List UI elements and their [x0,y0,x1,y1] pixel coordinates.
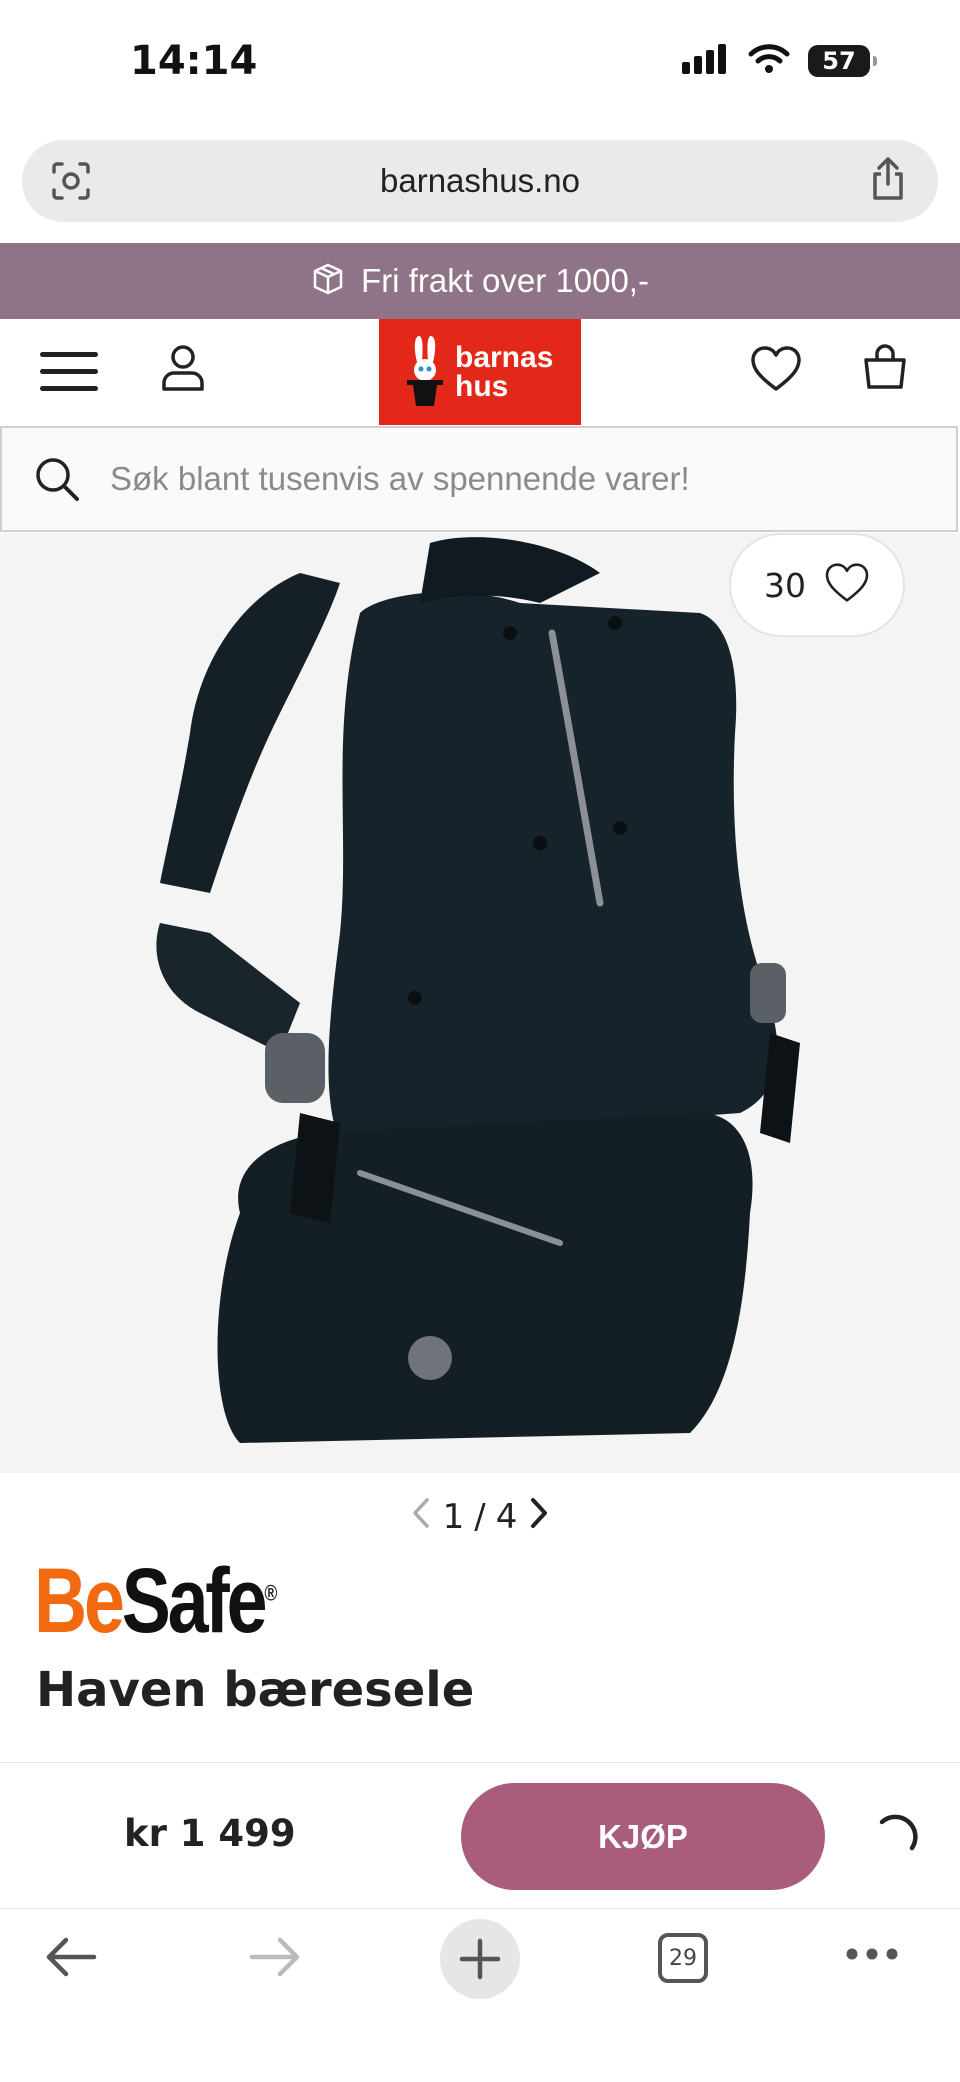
product-price: kr 1 499 [124,1812,296,1855]
search-bar[interactable] [0,426,958,532]
wishlist-icon[interactable] [750,346,802,396]
product-image[interactable] [0,533,960,1473]
search-icon[interactable] [34,456,80,502]
favorite-badge[interactable]: 30 [729,533,905,637]
more-options-icon[interactable] [846,1948,898,1960]
status-time: 14:14 [130,38,258,84]
url-bar[interactable]: barnashus.no [22,140,938,222]
account-icon[interactable] [160,343,206,397]
url-text[interactable]: barnashus.no [380,162,580,200]
favorite-count: 30 [764,565,806,605]
tabs-count: 29 [658,1933,708,1983]
loading-spinner-icon [872,1812,922,1866]
package-icon [311,262,345,300]
cellular-signal-icon [682,44,730,78]
lens-scan-icon[interactable] [48,158,94,208]
wifi-icon [748,44,790,78]
registered-mark: ® [264,1580,278,1606]
logo-text: barnas hus [455,341,554,403]
battery-indicator: 57 [808,45,877,77]
promo-text: Fri frakt over 1000,- [361,262,649,299]
new-tab-button[interactable] [440,1919,520,1999]
pager-total: 4 [495,1497,518,1537]
image-pager: 1 / 4 [390,1492,570,1542]
product-title: Haven bæresele [36,1662,475,1718]
buy-button[interactable]: KJØP [461,1783,825,1890]
rabbit-hat-logo-icon [403,332,447,412]
site-logo[interactable]: barnas hus [379,319,581,425]
chevron-right-icon[interactable] [527,1496,551,1539]
menu-icon[interactable] [40,350,98,398]
baby-carrier-image [156,537,800,1443]
forward-arrow-icon[interactable] [248,1935,302,1979]
brand-part-2: Safe [121,1550,268,1652]
chevron-left-icon[interactable] [409,1496,433,1539]
brand-part-1: Be [34,1550,125,1652]
pager-current: 1 [442,1497,465,1537]
plus-icon [459,1938,501,1980]
back-arrow-icon[interactable] [44,1935,98,1979]
share-icon[interactable] [868,156,908,206]
tabs-button[interactable]: 29 [658,1933,708,1983]
brand-logo[interactable]: BeSafe® [34,1555,277,1647]
status-icons: 57 [682,44,877,78]
search-input[interactable] [108,459,912,499]
promo-banner: Fri frakt over 1000,- [0,243,960,319]
cart-icon[interactable] [862,344,908,394]
heart-icon[interactable] [824,563,870,607]
pager-separator: / [474,1497,486,1537]
